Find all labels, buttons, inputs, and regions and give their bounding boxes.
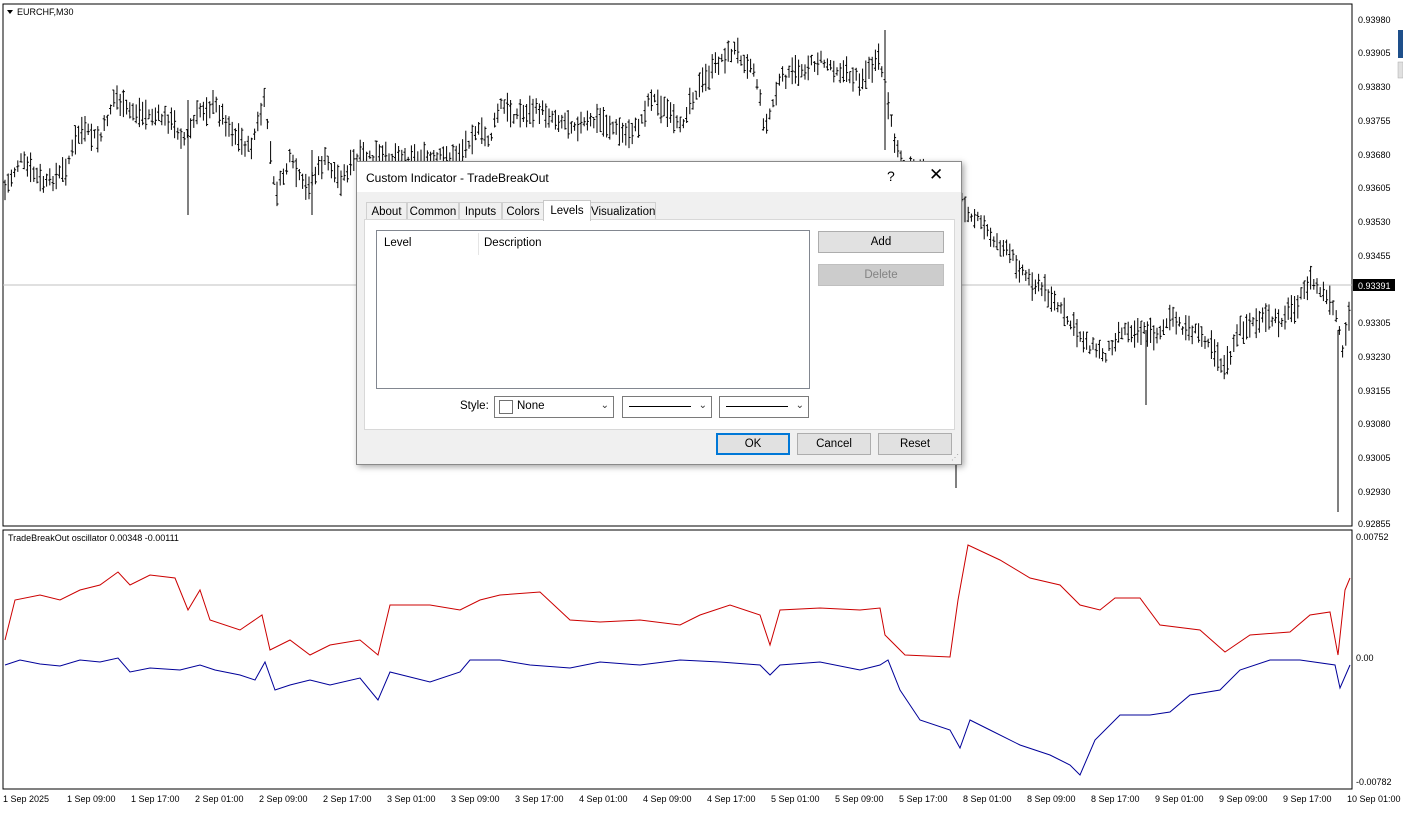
time-tick: 2 Sep 01:00	[195, 794, 244, 804]
custom-indicator-dialog: Custom Indicator - TradeBreakOut ? ✕ Abo…	[356, 161, 962, 465]
side-panel-tab[interactable]	[1398, 30, 1403, 58]
close-icon[interactable]: ✕	[929, 165, 943, 185]
time-tick: 1 Sep 17:00	[131, 794, 180, 804]
time-tick: 3 Sep 17:00	[515, 794, 564, 804]
level-color-value: None	[517, 400, 545, 412]
price-tick: 0.93680	[1358, 150, 1391, 160]
time-tick: 8 Sep 09:00	[1027, 794, 1076, 804]
line-style-sample	[629, 406, 691, 407]
line-width-select[interactable]: ⌄	[719, 396, 809, 418]
time-tick: 8 Sep 01:00	[963, 794, 1012, 804]
indicator-tick: -0.00782	[1356, 777, 1392, 787]
price-tick: 0.93830	[1358, 82, 1391, 92]
time-tick: 9 Sep 09:00	[1219, 794, 1268, 804]
time-tick: 4 Sep 01:00	[579, 794, 628, 804]
line-style-select[interactable]: ⌄	[622, 396, 712, 418]
time-tick: 3 Sep 09:00	[451, 794, 500, 804]
tab-levels[interactable]: Levels	[543, 200, 591, 221]
price-tick: 0.92855	[1358, 519, 1391, 529]
price-tick: 0.93605	[1358, 183, 1391, 193]
dialog-titlebar[interactable]: Custom Indicator - TradeBreakOut ? ✕	[357, 162, 961, 192]
help-button[interactable]: ?	[887, 168, 895, 184]
column-level[interactable]: Level	[384, 237, 412, 249]
add-button[interactable]: Add	[818, 231, 944, 253]
time-tick: 4 Sep 17:00	[707, 794, 756, 804]
style-label: Style:	[460, 400, 489, 412]
indicator-label: TradeBreakOut oscillator 0.00348 -0.0011…	[8, 533, 179, 543]
price-tick: 0.92930	[1358, 487, 1391, 497]
chevron-down-icon: ⌄	[600, 400, 609, 411]
chevron-down-icon: ⌄	[795, 400, 804, 411]
price-tick: 0.93305	[1358, 318, 1391, 328]
time-tick: 2 Sep 17:00	[323, 794, 372, 804]
price-tick: 0.93080	[1358, 419, 1391, 429]
current-price-text: 0.93391	[1358, 281, 1391, 291]
indicator-axis: 0.00752 0.00 -0.00782	[1356, 532, 1392, 787]
time-tick: 3 Sep 01:00	[387, 794, 436, 804]
dialog-title: Custom Indicator - TradeBreakOut	[366, 171, 549, 185]
time-tick: 10 Sep 01:00	[1347, 794, 1401, 804]
indicator-tick: 0.00752	[1356, 532, 1389, 542]
column-separator	[478, 233, 479, 255]
price-tick: 0.93980	[1358, 15, 1391, 25]
levels-list[interactable]: Level Description	[376, 230, 810, 389]
time-tick: 5 Sep 09:00	[835, 794, 884, 804]
price-tick: 0.93005	[1358, 453, 1391, 463]
symbol-label: EURCHF,M30	[17, 7, 74, 17]
time-tick: 1 Sep 2025	[3, 794, 49, 804]
price-tick: 0.93905	[1358, 48, 1391, 58]
price-tick: 0.93455	[1358, 251, 1391, 261]
resize-grip-icon[interactable]: ⋰	[951, 453, 959, 462]
delete-button[interactable]: Delete	[818, 264, 944, 286]
levels-panel: Level Description Add Delete Style: None…	[364, 219, 955, 430]
time-tick: 4 Sep 09:00	[643, 794, 692, 804]
color-swatch	[499, 400, 513, 414]
line-width-sample	[726, 406, 788, 407]
reset-button[interactable]: Reset	[878, 433, 952, 455]
time-tick: 5 Sep 17:00	[899, 794, 948, 804]
level-color-select[interactable]: None ⌄	[494, 396, 614, 418]
time-tick: 2 Sep 09:00	[259, 794, 308, 804]
indicator-frame	[2, 529, 1353, 790]
time-tick: 8 Sep 17:00	[1091, 794, 1140, 804]
price-tick: 0.93155	[1358, 386, 1391, 396]
price-tick: 0.93530	[1358, 217, 1391, 227]
side-panel-tab[interactable]	[1397, 61, 1403, 79]
time-axis: 1 Sep 2025 1 Sep 09:00 1 Sep 17:00 2 Sep 01…	[3, 794, 1401, 804]
cancel-button[interactable]: Cancel	[797, 433, 871, 455]
time-tick: 9 Sep 17:00	[1283, 794, 1332, 804]
column-description[interactable]: Description	[484, 237, 542, 249]
price-tick: 0.93755	[1358, 116, 1391, 126]
time-tick: 9 Sep 01:00	[1155, 794, 1204, 804]
indicator-tick: 0.00	[1356, 653, 1374, 663]
ok-button[interactable]: OK	[716, 433, 790, 455]
time-tick: 1 Sep 09:00	[67, 794, 116, 804]
chevron-down-icon: ⌄	[698, 400, 707, 411]
price-axis: 0.93980 0.93905 0.93830 0.93755 0.93680 …	[1353, 15, 1395, 529]
price-tick: 0.93230	[1358, 352, 1391, 362]
time-tick: 5 Sep 01:00	[771, 794, 820, 804]
